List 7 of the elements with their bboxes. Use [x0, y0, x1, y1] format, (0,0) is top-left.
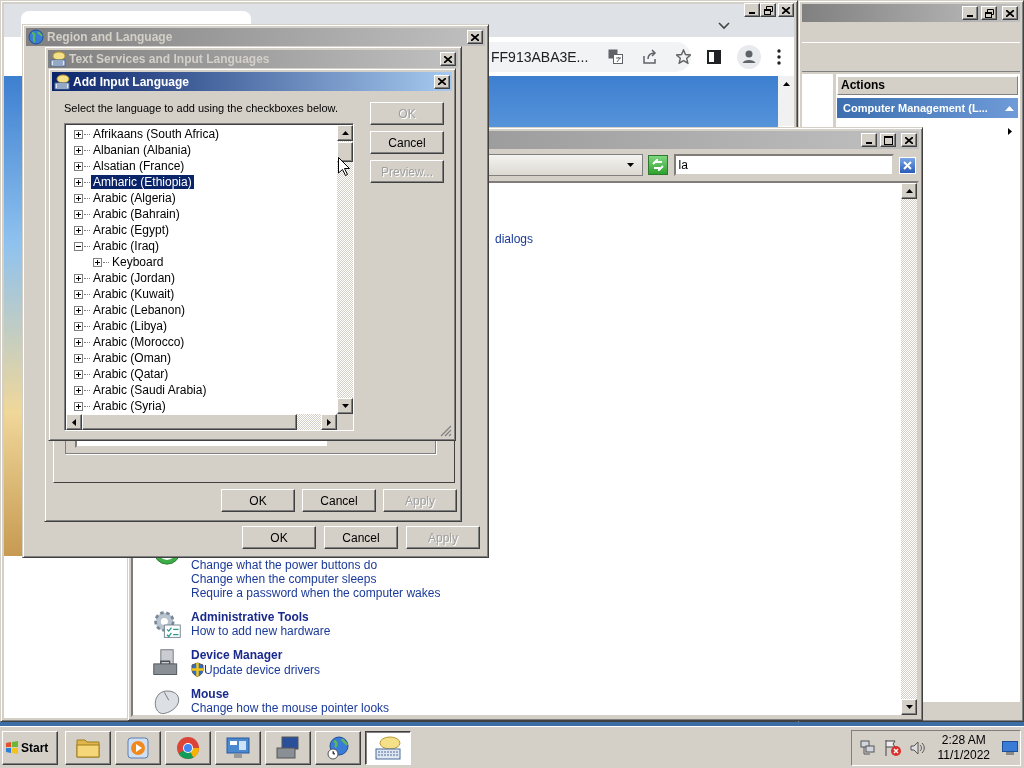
section-label: Computer Management (L... [843, 102, 988, 114]
address-text: FF913ABA3E... [491, 48, 589, 65]
window-title: Text Services and Input Languages [69, 52, 270, 66]
window-title: Region and Language [47, 30, 173, 44]
instruction-text: Select the language to add using the checkboxes below. [64, 101, 338, 116]
window-title: Add Input Language [73, 74, 189, 89]
pane-heading: Actions [837, 76, 1018, 95]
